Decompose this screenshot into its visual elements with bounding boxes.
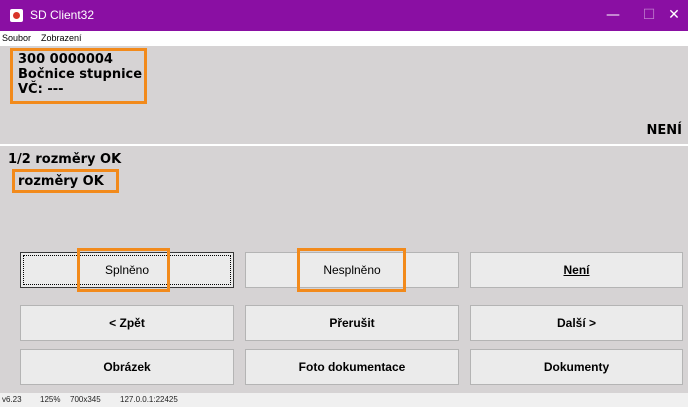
menu-bar: Soubor Zobrazení	[0, 31, 688, 46]
next-label: Další >	[556, 316, 597, 330]
divider	[0, 144, 688, 146]
documents-label: Dokumenty	[543, 360, 610, 374]
app-icon	[10, 9, 23, 22]
back-label: < Zpět	[109, 316, 145, 330]
version-text: v6.23	[2, 395, 22, 404]
title-bar: SD Client32 — ☐ ✕	[0, 0, 688, 31]
not-present-button[interactable]: Není	[470, 252, 683, 288]
dimension-status-highlight	[12, 169, 119, 193]
documents-button[interactable]: Dokumenty	[470, 349, 683, 385]
interrupt-label: Přerušit	[329, 316, 375, 330]
dimension-summary: 1/2 rozměry OK	[8, 152, 122, 167]
window-title: SD Client32	[30, 8, 95, 22]
part-info-highlight	[10, 48, 147, 104]
image-button[interactable]: Obrázek	[20, 349, 234, 385]
zoom-text: 125%	[40, 395, 61, 404]
not-present-label: Není	[563, 263, 590, 277]
menu-file[interactable]: Soubor	[2, 33, 31, 43]
not-fulfilled-highlight	[297, 248, 406, 292]
back-button[interactable]: < Zpět	[20, 305, 234, 341]
photo-docs-button[interactable]: Foto dokumentace	[245, 349, 459, 385]
address-text: 127.0.0.1:22425	[120, 395, 178, 404]
interrupt-button[interactable]: Přerušit	[245, 305, 459, 341]
image-label: Obrázek	[103, 360, 151, 374]
close-button[interactable]: ✕	[660, 0, 688, 31]
main-panel: 300 0000004 Bočnice stupnice VČ: --- NEN…	[0, 46, 688, 393]
photo-docs-label: Foto dokumentace	[298, 360, 406, 374]
status-label: NENÍ	[646, 123, 682, 138]
fulfilled-highlight	[77, 248, 170, 292]
status-bar: v6.23 125% 700x345 127.0.0.1:22425	[0, 393, 688, 407]
menu-view[interactable]: Zobrazení	[41, 33, 82, 43]
next-button[interactable]: Další >	[470, 305, 683, 341]
resolution-text: 700x345	[70, 395, 101, 404]
